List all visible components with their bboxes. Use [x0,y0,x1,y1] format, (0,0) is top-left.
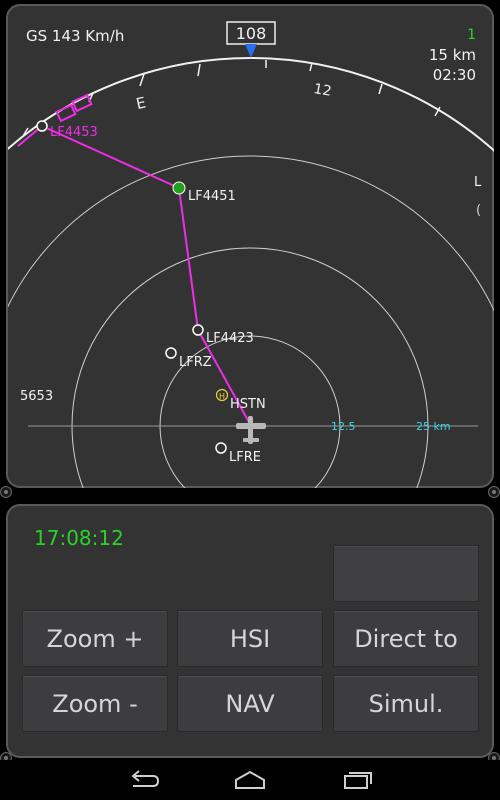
system-navigation-bar [0,760,500,800]
back-icon[interactable] [127,770,161,790]
waypoint-label-lf4451: LF4451 [188,189,236,204]
waypoint-marker-lfre[interactable] [215,442,227,454]
heading-marker-icon [245,44,257,58]
moving-map[interactable]: H LF4453 LF4451 LF4423 LFRZ HSTN LFRE 56… [8,6,496,490]
nav-button[interactable]: NAV [177,675,323,732]
waypoint-marker-lf4451[interactable] [172,181,186,195]
waypoint-label-lf4423: LF4423 [206,331,254,346]
empty-button[interactable] [333,545,479,602]
panel-screw [488,486,500,498]
waypoint-marker-lfrz[interactable] [165,347,177,359]
waypoint-marker-lf4423[interactable] [192,324,204,336]
home-icon[interactable] [233,770,267,790]
waypoint-label-lfre: LFRE [229,450,261,465]
direct-to-button[interactable]: Direct to [333,610,479,667]
waypoint-marker-lf4453[interactable] [36,120,48,132]
waypoint-label-lfrz: LFRZ [179,355,212,370]
ring-label-outer: 25 km [416,420,451,433]
compass-label-12: 12 [312,81,332,100]
hsi-button[interactable]: HSI [177,610,323,667]
panel-screw [0,486,12,498]
heading-value: 108 [236,24,267,43]
map-range: 15 km [429,46,476,64]
ground-speed: GS 143 Km/h [26,27,124,45]
time-remaining: 02:30 [433,66,476,84]
ring-label-inner: 12.5 [331,420,356,433]
airspace-symbol [55,103,77,123]
zoom-in-button[interactable]: Zoom + [22,610,168,667]
waypoint-label-hstn: HSTN [230,397,266,412]
simul-button[interactable]: Simul. [333,675,479,732]
right-edge-label: L [474,175,482,190]
clock: 17:08:12 [34,526,124,550]
zoom-out-button[interactable]: Zoom - [22,675,168,732]
heliport-symbol: H [219,392,225,401]
compass-label-e: E [134,93,147,113]
aircraft-icon [236,416,266,444]
left-edge-label: 5653 [20,389,53,404]
right-edge-mark: ( [476,203,481,218]
map-panel[interactable]: H LF4453 LF4451 LF4423 LFRZ HSTN LFRE 56… [6,4,494,488]
recents-icon[interactable] [341,770,375,790]
waypoint-label-lf4453: LF4453 [50,125,98,140]
top-right-count: 1 [467,27,476,43]
flight-route [17,124,251,425]
